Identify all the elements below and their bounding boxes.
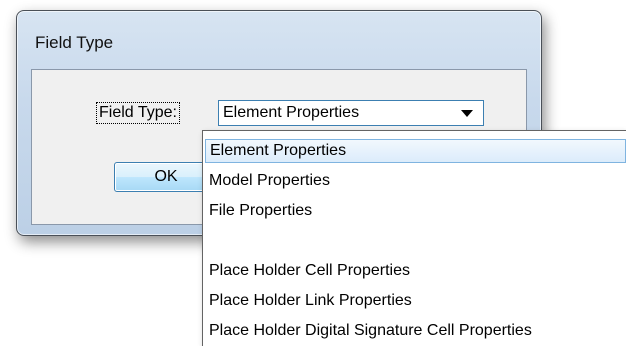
dialog-title: Field Type [35,33,114,52]
option-place-holder-link-properties[interactable]: Place Holder Link Properties [205,289,626,313]
option-blank[interactable] [205,229,626,253]
option-place-holder-cell-properties[interactable]: Place Holder Cell Properties [205,259,626,283]
option-element-properties[interactable]: Element Properties [205,139,626,163]
option-place-holder-digital-signature-cell-properties[interactable]: Place Holder Digital Signature Cell Prop… [205,319,626,343]
chevron-down-icon[interactable] [461,110,473,117]
field-type-combobox[interactable]: Element Properties [218,100,484,126]
option-model-properties[interactable]: Model Properties [205,169,626,193]
combobox-value: Element Properties [223,104,360,121]
field-type-dropdown-list: Element Properties Model Properties File… [202,130,626,346]
field-type-label: Field Type: [96,102,180,124]
option-file-properties[interactable]: File Properties [205,199,626,223]
